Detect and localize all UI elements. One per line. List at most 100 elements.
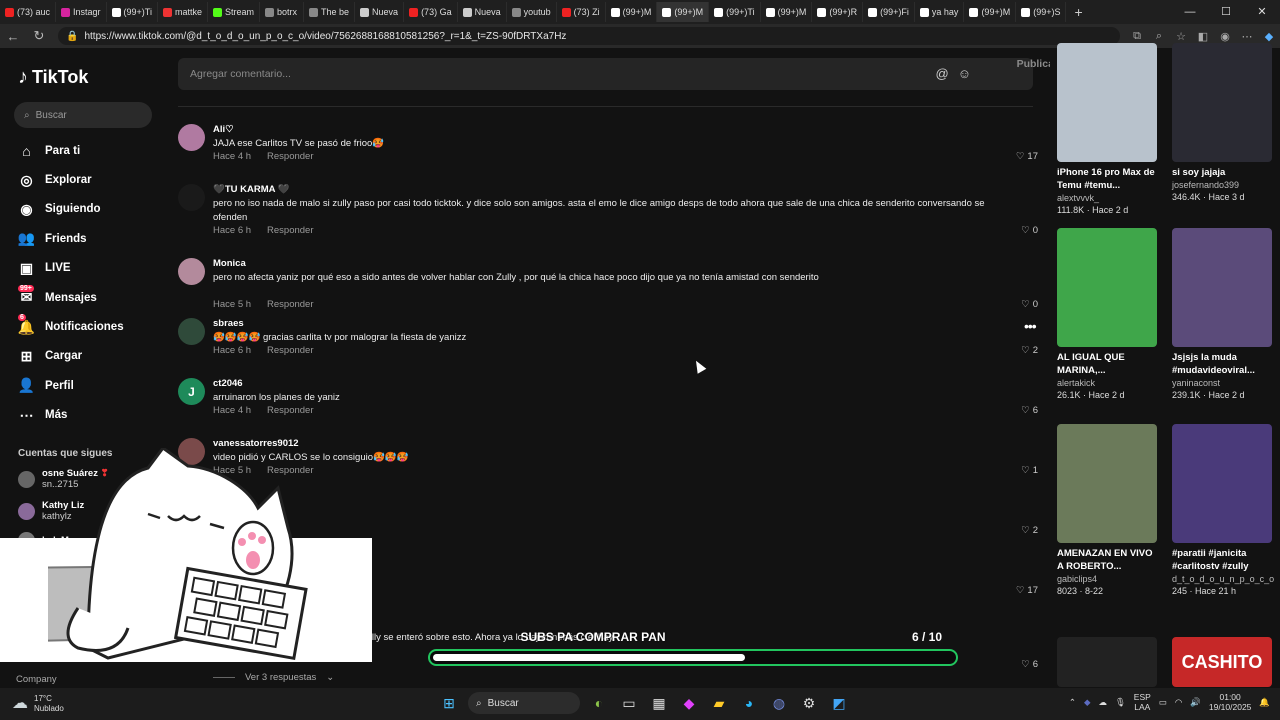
reply-button[interactable]: Responder [267, 345, 313, 356]
browser-tab[interactable]: Nueva [458, 2, 507, 22]
video-thumbnail[interactable] [1057, 228, 1157, 347]
profile-icon-browser[interactable]: ◉ [1214, 30, 1236, 43]
volume-icon[interactable]: 🔊 [1190, 697, 1201, 708]
sidebar-item-m-s[interactable]: ⋯ Más [18, 401, 168, 430]
browser-tab[interactable]: (99+)Ti [107, 2, 158, 22]
like-button[interactable]: ♡ 2 [1021, 345, 1038, 356]
reply-button[interactable]: Responder [267, 151, 313, 162]
recommended-video-card[interactable]: si soy jajaja josefernando399 346.4K · Hac… [1172, 43, 1272, 203]
close-window-button[interactable]: ✕ [1244, 0, 1280, 24]
chevron-up-icon[interactable]: ⌃ [1069, 697, 1076, 708]
reply-button[interactable]: Responder [267, 225, 313, 236]
sidebar-item-friends[interactable]: 👥 Friends [18, 224, 168, 253]
video-thumbnail[interactable] [1057, 424, 1157, 543]
store-icon[interactable]: ▦ [648, 692, 670, 714]
sidebar-search-input[interactable]: ⌕ Buscar [14, 102, 152, 128]
recommended-video-card[interactable]: Jsjsjs la muda #mudavideoviral... yaninac… [1172, 228, 1272, 401]
maximize-button[interactable]: ☐ [1208, 0, 1244, 24]
new-tab-button[interactable]: + [1066, 4, 1090, 20]
file-explorer-icon[interactable]: ▰ [708, 692, 730, 714]
tray-cloud-icon[interactable]: ☁ [1099, 697, 1108, 708]
sidebar-item-notificaciones[interactable]: 🔔 6 Notificaciones [18, 312, 168, 341]
tiktok-logo[interactable]: ♪ TikTok [18, 66, 88, 89]
browser-tab[interactable]: (99+)R [812, 2, 864, 22]
display-icon[interactable]: ▭ [1159, 697, 1167, 708]
comment-username[interactable]: Monica [213, 258, 246, 269]
like-button[interactable]: ♡ 0 [1021, 225, 1038, 236]
like-button[interactable]: ♡ 0 [1021, 299, 1038, 310]
browser-tab[interactable]: (99+)Fi [863, 2, 915, 22]
mention-icon[interactable]: @ [936, 66, 949, 81]
recommended-video-card[interactable]: iPhone 16 pro Max de Temu #temu... alextv… [1057, 43, 1157, 216]
video-author[interactable]: alertakick [1057, 377, 1157, 389]
discord-icon[interactable]: ◍ [768, 692, 790, 714]
recommended-video-card[interactable]: AL IGUAL QUE MARINA,... alertakick 26.1K ·… [1057, 228, 1157, 401]
sidebar-item-perfil[interactable]: 👤 Perfil [18, 371, 168, 400]
clock[interactable]: 01:00 19/10/2025 [1209, 692, 1252, 712]
video-title[interactable]: AMENAZAN EN VIVO A ROBERTO... [1057, 547, 1157, 573]
video-title[interactable]: AL IGUAL QUE MARINA,... [1057, 351, 1157, 377]
video-title[interactable]: #paratii #janicita #carlitostv #zully [1172, 547, 1272, 573]
more-options-icon[interactable]: ••• [1024, 318, 1037, 334]
app-icon[interactable]: ◩ [828, 692, 850, 714]
language-indicator[interactable]: ESP LAA [1134, 692, 1151, 712]
extension-icon[interactable]: ◧ [1192, 30, 1214, 43]
video-thumbnail[interactable] [1172, 43, 1272, 162]
comment-username[interactable]: sbraes [213, 318, 244, 329]
browser-tab[interactable]: (73) auc [0, 2, 57, 22]
settings-gear-icon[interactable]: ⚙ [798, 692, 820, 714]
browser-tab[interactable]: mattke [158, 2, 208, 22]
browser-tab[interactable]: (99+)M [964, 2, 1017, 22]
video-author[interactable]: yaninaconst [1172, 377, 1272, 389]
notification-bell-icon[interactable]: 🔔 [1259, 697, 1270, 708]
video-thumbnail[interactable] [1057, 637, 1157, 687]
wifi-icon[interactable]: ◠ [1175, 697, 1182, 708]
comment-username[interactable]: ct2046 [213, 378, 243, 389]
video-author[interactable]: gabiclips4 [1057, 573, 1157, 585]
comment-username[interactable]: Ali♡ [213, 124, 234, 135]
minimize-button[interactable]: — [1172, 0, 1208, 24]
recommended-video-card[interactable]: CASHITO [1172, 637, 1272, 687]
sidebar-item-para-ti[interactable]: ⌂ Para ti [18, 136, 168, 165]
video-title[interactable]: si soy jajaja [1172, 166, 1272, 179]
video-author[interactable]: alextvvvk_ [1057, 192, 1157, 204]
recommended-video-card[interactable] [1057, 637, 1157, 691]
like-button[interactable]: ♡ 6 [1021, 659, 1038, 670]
widgets-icon[interactable]: ◐ [588, 692, 610, 714]
video-author[interactable]: d_t_o_d_o_u_n_p_o_c_o [1172, 573, 1274, 585]
browser-tab[interactable]: (99+)M [761, 2, 813, 22]
video-thumbnail[interactable]: CASHITO [1172, 637, 1272, 687]
avatar[interactable]: J [178, 378, 205, 405]
windows-start-icon[interactable]: ⊞ [438, 692, 460, 714]
like-button[interactable]: ♡ 17 [1016, 585, 1038, 596]
video-thumbnail[interactable] [1057, 43, 1157, 162]
browser-tab[interactable]: Nueva [355, 2, 405, 22]
browser-tab[interactable]: (99+)S [1016, 2, 1067, 22]
open-in-app-icon[interactable]: ⧉ [1126, 30, 1148, 43]
browser-tab[interactable]: Instagr [56, 2, 107, 22]
browser-tab[interactable]: youtub [507, 2, 557, 22]
edge-browser-icon[interactable]: ◕ [738, 692, 760, 714]
comment-input[interactable]: Agregar comentario... @ ☺ [178, 58, 1033, 90]
sidebar-item-live[interactable]: ▣ LIVE [18, 254, 168, 283]
video-title[interactable]: Jsjsjs la muda #mudavideoviral... [1172, 351, 1272, 377]
like-button[interactable]: ♡ 2 [1021, 525, 1038, 536]
emoji-icon[interactable]: ☺ [958, 66, 971, 81]
comment-username[interactable]: 🖤TU KARMA 🖤 [213, 184, 290, 195]
browser-tab[interactable]: Stream [208, 2, 261, 22]
browser-tab[interactable]: The be [304, 2, 356, 22]
favorite-star-icon[interactable]: ☆ [1170, 30, 1192, 43]
task-view-icon[interactable]: ▭ [618, 692, 640, 714]
browser-tab[interactable]: (99+)M [657, 2, 710, 22]
avatar[interactable] [178, 318, 205, 345]
sidebar-item-siguiendo[interactable]: ◉ Siguiendo [18, 195, 168, 224]
browser-tab[interactable]: ya hay [915, 2, 965, 22]
reload-icon[interactable]: ↻ [26, 28, 52, 44]
video-thumbnail[interactable] [1172, 424, 1272, 543]
like-button[interactable]: ♡ 1 [1021, 465, 1038, 476]
like-button[interactable]: ♡ 6 [1021, 405, 1038, 416]
browser-tab[interactable]: (73) Ga [404, 2, 458, 22]
sidebar-item-explorar[interactable]: ◎ Explorar [18, 165, 168, 194]
footer-company-link[interactable]: Company [16, 674, 57, 685]
url-field[interactable]: 🔒 https://www.tiktok.com/@d_t_o_d_o_un_p… [58, 27, 1120, 45]
